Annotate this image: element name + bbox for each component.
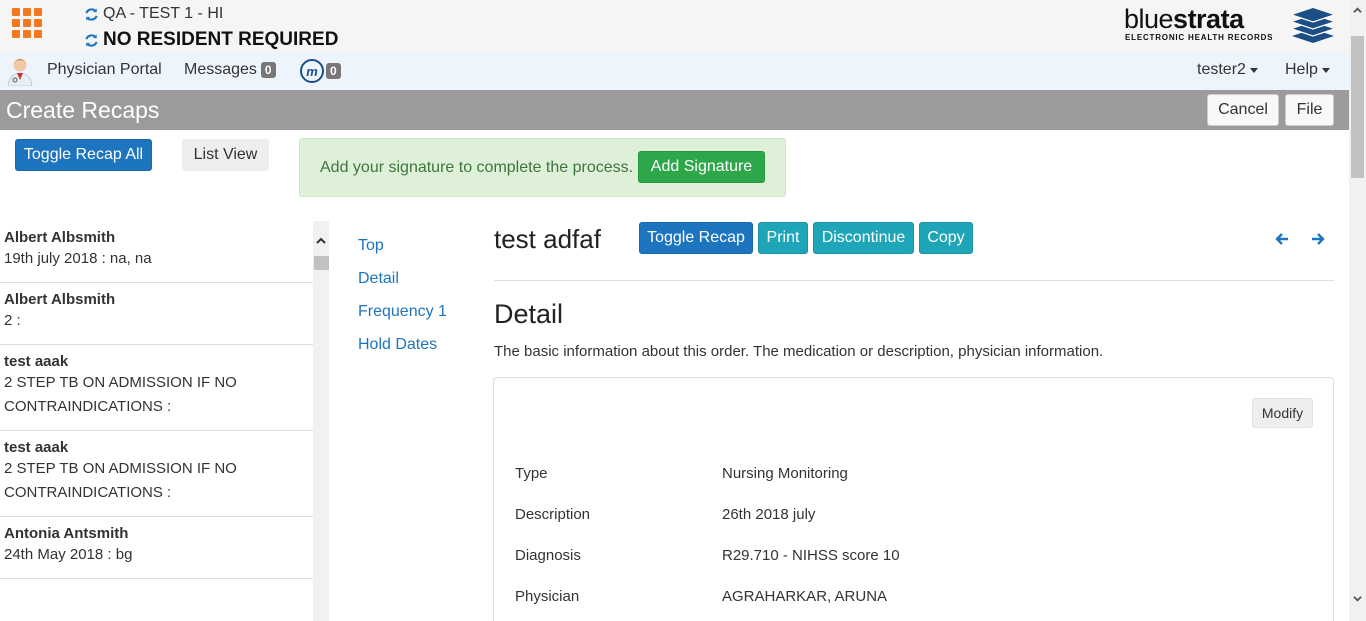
list-item-detail: 2 STEP TB ON ADMISSION IF NO CONTRAINDIC… — [4, 374, 237, 415]
list-item[interactable]: Albert Albsmith 2 : — [0, 283, 313, 345]
field-value-physician: AGRAHARKAR, ARUNA — [722, 588, 888, 605]
recap-list: Albert Albsmith 19th july 2018 : na, na … — [0, 221, 313, 621]
section-nav: Top Detail Frequency 1 Hold Dates — [358, 229, 447, 361]
refresh-icon[interactable] — [84, 7, 99, 22]
signature-alert-text: Add your signature to complete the proce… — [320, 159, 634, 176]
facility-name: QA - TEST 1 - HI — [103, 5, 224, 22]
chevron-down-icon — [1249, 67, 1258, 73]
field-label-type: Type — [515, 465, 548, 482]
signature-alert: Add your signature to complete the proce… — [299, 138, 786, 197]
page-scroll-thumb[interactable] — [1351, 36, 1364, 178]
chevron-up-icon[interactable] — [316, 236, 326, 246]
layers-logo-icon — [1291, 8, 1335, 43]
page-title-bar: Create Recaps Cancel File — [0, 90, 1349, 130]
m-notifications-link[interactable]: m 0 — [300, 59, 341, 83]
page-scrollbar[interactable] — [1349, 0, 1366, 621]
list-item-detail: 19th july 2018 : na, na — [4, 250, 152, 267]
list-item[interactable]: Albert Albsmith 19th july 2018 : na, na — [0, 221, 313, 283]
app-grid-icon[interactable] — [12, 8, 42, 38]
m-count-badge: 0 — [326, 63, 341, 79]
resident-name: NO RESIDENT REQUIRED — [103, 29, 339, 50]
toc-link-detail[interactable]: Detail — [358, 262, 447, 295]
list-item[interactable]: test aaak 2 STEP TB ON ADMISSION IF NO C… — [0, 345, 313, 431]
field-value-diagnosis: R29.710 - NIHSS score 10 — [722, 547, 900, 564]
user-name: tester2 — [1197, 61, 1246, 78]
toggle-recap-button[interactable]: Toggle Recap — [639, 222, 753, 254]
logo-text-light: blue — [1124, 4, 1174, 34]
physician-avatar-icon — [7, 58, 33, 86]
m-logo-icon: m — [300, 59, 324, 83]
toggle-recap-all-button[interactable]: Toggle Recap All — [15, 139, 152, 171]
refresh-icon[interactable] — [84, 33, 99, 48]
user-menu[interactable]: tester2 — [1197, 61, 1258, 79]
list-item-name: Antonia Antsmith — [4, 525, 129, 542]
detail-heading: Detail — [494, 299, 564, 329]
arrow-right-icon[interactable] — [1310, 231, 1326, 247]
bluestrata-logo: bluestrata ELECTRONIC HEALTH RECORDS — [1124, 4, 1336, 46]
chevron-down-icon[interactable] — [1353, 594, 1362, 603]
list-item-name: Albert Albsmith — [4, 291, 116, 308]
messages-count-badge: 0 — [260, 62, 276, 78]
logo-subtitle: ELECTRONIC HEALTH RECORDS — [1125, 33, 1274, 42]
top-header: QA - TEST 1 - HI NO RESIDENT REQUIRED bl… — [0, 0, 1349, 52]
add-signature-button[interactable]: Add Signature — [638, 151, 765, 183]
print-button[interactable]: Print — [758, 222, 808, 254]
list-item-name: Albert Albsmith — [4, 229, 116, 246]
nav-bar: Physician Portal Messages 0 m 0 tester2 … — [0, 52, 1349, 90]
detail-card: Modify Type Nursing Monitoring Descripti… — [493, 377, 1334, 621]
list-item-name: test aaak — [4, 439, 69, 456]
field-value-description: 26th 2018 july — [722, 506, 816, 523]
arrow-left-icon[interactable] — [1274, 231, 1290, 247]
messages-link[interactable]: Messages 0 — [184, 61, 276, 79]
physician-portal-label: Physician Portal — [47, 61, 162, 78]
file-button[interactable]: File — [1285, 94, 1334, 126]
logo-text-bold: strata — [1173, 4, 1244, 34]
toc-link-top[interactable]: Top — [358, 229, 447, 262]
modify-button[interactable]: Modify — [1252, 398, 1313, 428]
detail-description: The basic information about this order. … — [494, 343, 1104, 360]
messages-label: Messages — [184, 61, 257, 78]
facility-selector[interactable]: QA - TEST 1 - HI — [84, 5, 223, 23]
list-item-detail: 24th May 2018 : bg — [4, 546, 133, 563]
chevron-down-icon — [1321, 67, 1330, 73]
toc-link-frequency[interactable]: Frequency 1 — [358, 295, 447, 328]
field-label-physician: Physician — [515, 588, 580, 605]
list-item-name: test aaak — [4, 353, 69, 370]
divider — [494, 280, 1334, 281]
chevron-up-icon[interactable] — [1353, 6, 1362, 15]
toc-link-hold-dates[interactable]: Hold Dates — [358, 328, 447, 361]
order-title: test adfaf — [494, 224, 601, 254]
field-value-type: Nursing Monitoring — [722, 465, 848, 482]
help-label: Help — [1285, 61, 1318, 78]
list-scroll-thumb[interactable] — [314, 256, 329, 270]
resident-selector[interactable]: NO RESIDENT REQUIRED — [84, 29, 338, 51]
list-item-detail: 2 : — [4, 312, 21, 329]
list-item[interactable]: Antonia Antsmith 24th May 2018 : bg — [0, 517, 313, 579]
list-item[interactable]: test aaak 2 STEP TB ON ADMISSION IF NO C… — [0, 431, 313, 517]
list-item-detail: 2 STEP TB ON ADMISSION IF NO CONTRAINDIC… — [4, 460, 237, 501]
copy-button[interactable]: Copy — [919, 222, 973, 254]
field-label-diagnosis: Diagnosis — [515, 547, 581, 564]
list-scrollbar[interactable] — [313, 221, 329, 621]
list-view-button[interactable]: List View — [182, 139, 269, 171]
field-label-description: Description — [515, 506, 591, 523]
cancel-button[interactable]: Cancel — [1207, 94, 1279, 126]
physician-portal-link[interactable]: Physician Portal — [47, 61, 162, 79]
help-menu[interactable]: Help — [1285, 61, 1330, 79]
page-title: Create Recaps — [6, 97, 160, 123]
order-detail-panel: Top Detail Frequency 1 Hold Dates test a… — [329, 221, 1349, 621]
discontinue-button[interactable]: Discontinue — [813, 222, 914, 254]
